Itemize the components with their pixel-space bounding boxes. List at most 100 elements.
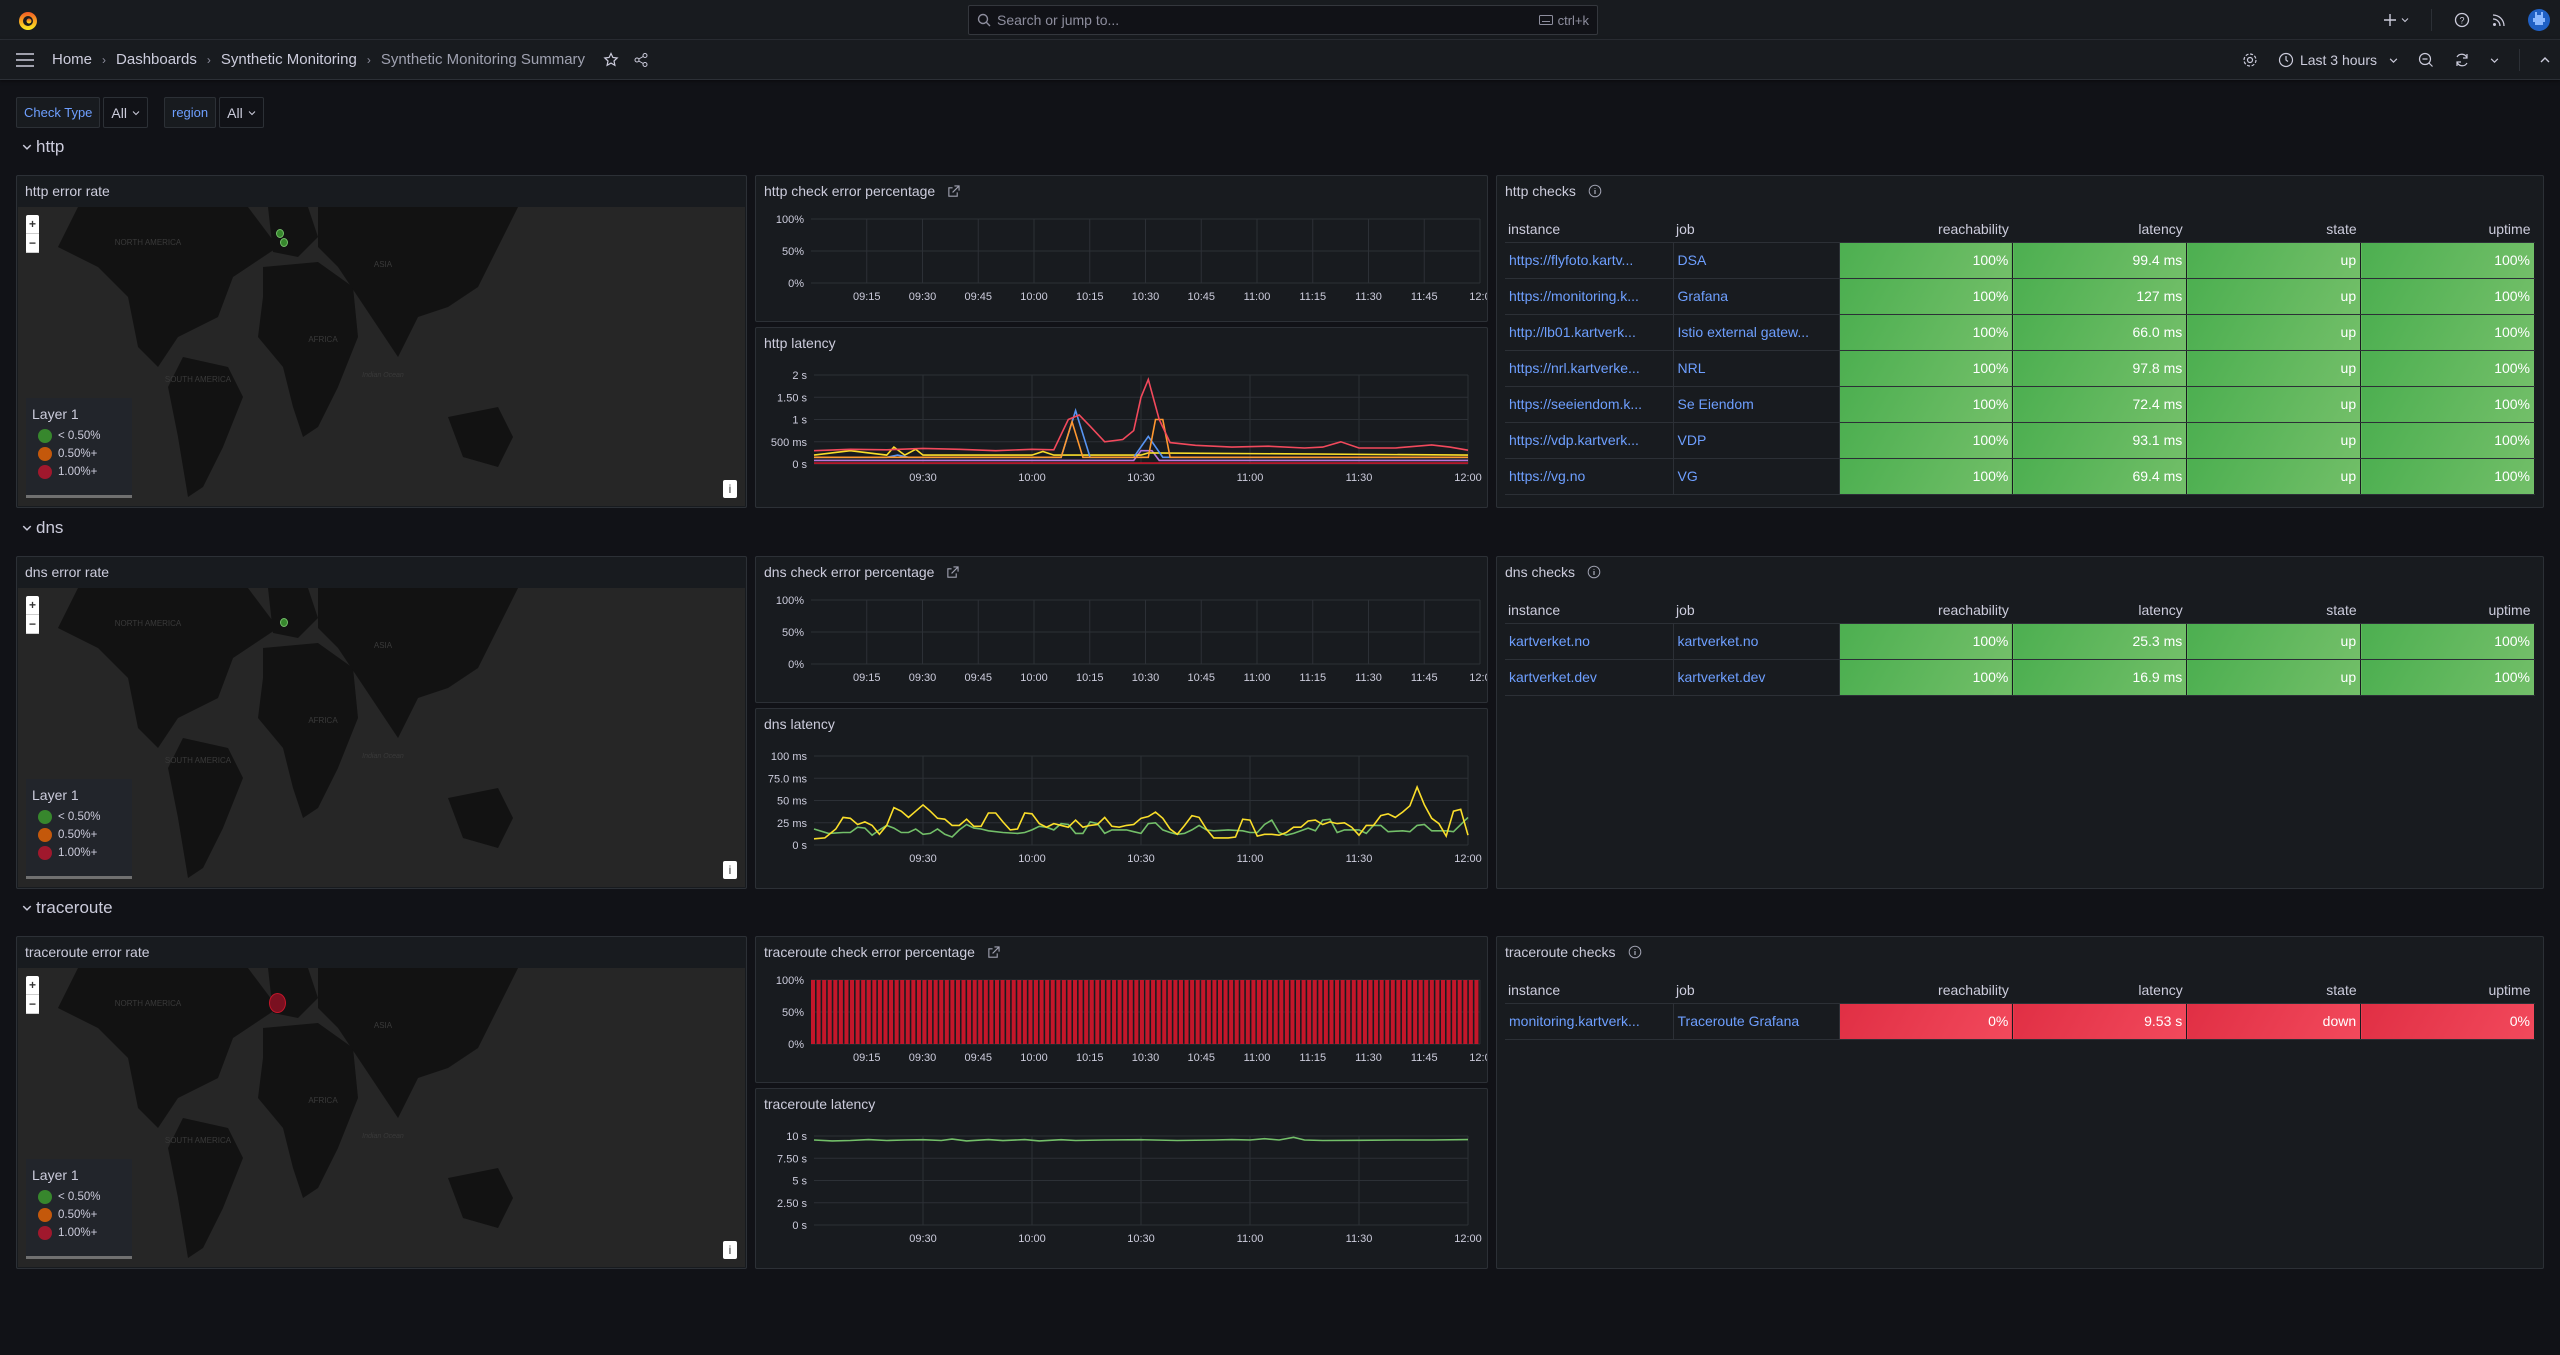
share-icon[interactable] [633, 52, 649, 68]
checks-table: instance job reachability latency state uptim… [1505, 216, 2535, 495]
row-header-dns[interactable]: dns [22, 518, 63, 538]
cell-instance[interactable]: https://vdp.kartverk... [1505, 422, 1674, 459]
cell-instance[interactable]: https://vg.no [1505, 458, 1674, 495]
http-latency-chart[interactable]: 0 s 500 ms 1 s 1.50 s 2 s 09:30 10:00 10:30 11:0… [756, 358, 1487, 507]
external-link-icon[interactable] [946, 565, 960, 579]
x-tick-label: 12:0 [1469, 291, 1487, 303]
help-icon[interactable]: ? [2454, 12, 2470, 28]
zoom-out-button[interactable]: − [26, 615, 39, 634]
map-marker[interactable] [280, 618, 288, 627]
cell-job[interactable]: DSA [1673, 242, 1840, 279]
cell-instance[interactable]: https://nrl.kartverke... [1505, 350, 1674, 387]
column-header-job[interactable]: job [1673, 216, 1839, 243]
refresh-icon[interactable] [2454, 52, 2470, 68]
variable-select-check-type[interactable]: All [103, 97, 148, 128]
cell-job[interactable]: VDP [1673, 422, 1840, 459]
y-tick-label: 50% [782, 627, 804, 639]
column-header-state[interactable]: state [2186, 977, 2361, 1004]
info-icon[interactable] [1587, 565, 1601, 579]
error-bar [967, 980, 972, 1044]
column-header-job[interactable]: job [1673, 597, 1839, 624]
column-header-instance[interactable]: instance [1505, 216, 1673, 243]
map-label: NORTH AMERICA [115, 619, 182, 628]
grafana-logo[interactable] [16, 8, 40, 32]
settings-icon[interactable] [2242, 52, 2258, 68]
column-header-reachability[interactable]: reachability [1839, 597, 2013, 624]
time-picker[interactable]: Last 3 hours [2278, 52, 2398, 68]
column-header-instance[interactable]: instance [1505, 597, 1673, 624]
external-link-icon[interactable] [947, 184, 960, 198]
cell-instance[interactable]: http://lb01.kartverk... [1505, 314, 1674, 351]
cell-instance[interactable]: kartverket.dev [1505, 659, 1674, 696]
cell-job[interactable]: kartverket.no [1673, 623, 1840, 660]
cell-job[interactable]: Se Eiendom [1673, 386, 1840, 423]
column-header-latency[interactable]: latency [2012, 597, 2187, 624]
zoom-in-button[interactable]: + [26, 596, 39, 615]
map-attribution-button[interactable]: i [723, 480, 737, 498]
column-header-uptime[interactable]: uptime [2360, 216, 2535, 243]
cell-job[interactable]: Istio external gatew... [1673, 314, 1840, 351]
cell-instance[interactable]: monitoring.kartverk... [1505, 1003, 1674, 1040]
error-bar [877, 980, 882, 1044]
cell-job[interactable]: Grafana [1673, 278, 1840, 315]
column-header-uptime[interactable]: uptime [2360, 977, 2535, 1004]
search-bar[interactable]: Search or jump to... ctrl+k [968, 5, 1598, 35]
map-attribution-button[interactable]: i [723, 1241, 737, 1259]
column-header-state[interactable]: state [2186, 597, 2361, 624]
zoom-out-icon[interactable] [2418, 52, 2434, 68]
star-icon[interactable] [603, 51, 619, 68]
cell-job[interactable]: VG [1673, 458, 1840, 495]
cell-job[interactable]: kartverket.dev [1673, 659, 1840, 696]
column-header-state[interactable]: state [2186, 216, 2361, 243]
breadcrumb-folder[interactable]: Synthetic Monitoring [221, 51, 357, 68]
zoom-in-button[interactable]: + [26, 215, 39, 234]
world-map[interactable]: NORTH AMERICA SOUTH AMERICA AFRICA ASIA … [18, 207, 745, 506]
external-link-icon[interactable] [987, 945, 1000, 959]
column-header-job[interactable]: job [1673, 977, 1839, 1004]
dns-error-chart[interactable]: 0% 50% 100% 09:15 09:30 09:45 10:00 10:15 10:30 1… [756, 587, 1487, 702]
y-tick-label: 100 ms [771, 751, 808, 763]
zoom-out-button[interactable]: − [26, 234, 39, 253]
column-header-latency[interactable]: latency [2012, 216, 2187, 243]
row-header-traceroute[interactable]: traceroute [22, 898, 113, 918]
cell-instance[interactable]: https://flyfoto.kartv... [1505, 242, 1674, 279]
world-map[interactable]: NORTH AMERICA SOUTH AMERICA AFRICA ASIA … [18, 588, 745, 887]
zoom-in-button[interactable]: + [26, 976, 39, 995]
map-attribution-button[interactable]: i [723, 861, 737, 879]
world-map[interactable]: NORTH AMERICA SOUTH AMERICA AFRICA ASIA … [18, 968, 745, 1267]
cell-job[interactable]: Traceroute Grafana [1673, 1003, 1840, 1040]
zoom-out-button[interactable]: − [26, 995, 39, 1014]
traceroute-error-chart[interactable]: 0% 50% 100% 09:15 09:30 09:45 10:00 10:15 10:30 1… [756, 967, 1487, 1082]
breadcrumb-dashboards[interactable]: Dashboards [116, 51, 197, 68]
breadcrumb-home[interactable]: Home [52, 51, 92, 68]
column-header-uptime[interactable]: uptime [2360, 597, 2535, 624]
cell-job[interactable]: NRL [1673, 350, 1840, 387]
dns-latency-chart[interactable]: 0 s 25 ms 50 ms 75.0 ms 100 ms 09:30 10:00 10:3… [756, 739, 1487, 888]
error-bar [944, 980, 949, 1044]
map-marker[interactable] [276, 229, 284, 238]
cell-instance[interactable]: https://monitoring.k... [1505, 278, 1674, 315]
column-header-latency[interactable]: latency [2012, 977, 2187, 1004]
info-icon[interactable] [1628, 945, 1642, 959]
http-error-chart[interactable]: 0% 50% 100% 09:15 09:30 09:45 10:00 10:15 10:30 1… [756, 206, 1487, 321]
avatar[interactable] [2528, 9, 2550, 31]
map-marker[interactable] [280, 238, 288, 247]
info-icon[interactable] [1588, 184, 1602, 198]
collapse-icon[interactable] [2540, 55, 2550, 65]
column-header-reachability[interactable]: reachability [1839, 977, 2013, 1004]
row-header-http[interactable]: http [22, 137, 64, 157]
error-bar [1056, 980, 1061, 1044]
plus-icon[interactable] [2383, 13, 2409, 27]
cell-instance[interactable]: kartverket.no [1505, 623, 1674, 660]
error-bar [1262, 980, 1267, 1044]
traceroute-latency-chart[interactable]: 0 s 2.50 s 5 s 7.50 s 10 s 09:30 10:00 10:30 11:… [756, 1119, 1487, 1268]
variable-select-region[interactable]: All [219, 97, 264, 128]
column-header-reachability[interactable]: reachability [1839, 216, 2013, 243]
menu-icon[interactable] [16, 52, 34, 67]
rss-icon[interactable] [2492, 13, 2506, 27]
cell-instance[interactable]: https://seeiendom.k... [1505, 386, 1674, 423]
map-marker[interactable] [269, 993, 286, 1013]
column-header-instance[interactable]: instance [1505, 977, 1673, 1004]
refresh-interval-chevron-icon[interactable] [2490, 56, 2499, 65]
error-bar [1178, 980, 1183, 1044]
